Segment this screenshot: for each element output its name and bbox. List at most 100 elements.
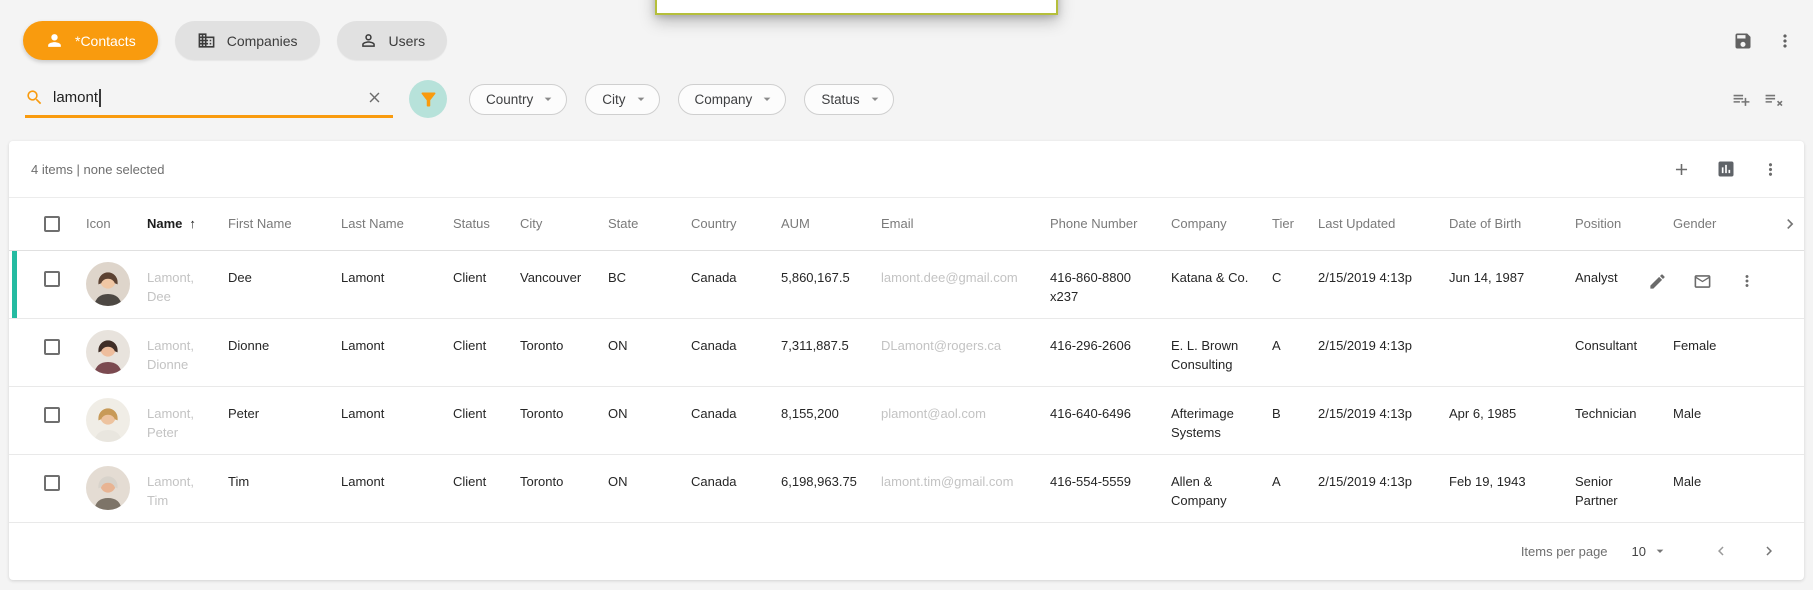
caret-down-icon (633, 91, 649, 107)
playlist-add-button[interactable] (1732, 90, 1751, 109)
truncated-popup-dialog[interactable] (655, 0, 1058, 15)
column-header-city[interactable]: City (520, 198, 608, 250)
column-header-last_updated[interactable]: Last Updated (1318, 198, 1449, 250)
cell-name: Lamont, Dionne (147, 318, 228, 386)
cell-country: Canada (691, 454, 781, 522)
cell-dob (1449, 318, 1575, 386)
save-button[interactable] (1733, 31, 1753, 51)
cell-aum: 5,860,167.5 (781, 250, 881, 318)
row-checkbox[interactable] (44, 475, 60, 491)
search-input[interactable]: lamont (25, 80, 393, 118)
cell-icon (86, 454, 147, 522)
row-end-cell (1780, 318, 1804, 386)
cell-phone: 416-554-5559 (1050, 454, 1171, 522)
cell-state: ON (608, 386, 691, 454)
column-header-position[interactable]: Position (1575, 198, 1673, 250)
row-select-cell (9, 250, 86, 318)
column-header-aum[interactable]: AUM (781, 198, 881, 250)
filter-status[interactable]: Status (804, 84, 893, 115)
filter-button[interactable] (409, 80, 447, 118)
column-label: Gender (1673, 216, 1716, 231)
column-header-state[interactable]: State (608, 198, 691, 250)
cell-city: Toronto (520, 318, 608, 386)
column-header-phone[interactable]: Phone Number (1050, 198, 1171, 250)
row-checkbox[interactable] (44, 339, 60, 355)
edit-row-button[interactable] (1648, 272, 1667, 291)
filter-label: City (602, 92, 625, 107)
sort-ascending-icon: ↑ (189, 216, 196, 231)
cell-city: Toronto (520, 454, 608, 522)
cell-gender: Male (1673, 454, 1780, 522)
column-header-status[interactable]: Status (453, 198, 520, 250)
cell-last_name: Lamont (341, 454, 453, 522)
column-label: City (520, 216, 542, 231)
cell-icon (86, 386, 147, 454)
column-label: Last Updated (1318, 216, 1395, 231)
row-checkbox[interactable] (44, 407, 60, 423)
caret-down-icon (540, 91, 556, 107)
row-menu-button[interactable] (1738, 272, 1756, 291)
column-header-name[interactable]: Name↑ (147, 198, 228, 250)
cell-dob: Jun 14, 1987 (1449, 250, 1575, 318)
cell-status: Client (453, 250, 520, 318)
cell-dob: Feb 19, 1943 (1449, 454, 1575, 522)
table-menu-button[interactable] (1761, 160, 1780, 179)
scroll-columns-right-button[interactable] (1780, 198, 1804, 250)
filter-label: Country (486, 92, 533, 107)
caret-down-icon (1652, 543, 1668, 559)
cell-tier: B (1272, 386, 1318, 454)
column-header-last_name[interactable]: Last Name (341, 198, 453, 250)
playlist-remove-button[interactable] (1764, 90, 1783, 109)
kebab-icon (1738, 272, 1756, 290)
funnel-icon (418, 89, 439, 110)
cell-last_name: Lamont (341, 250, 453, 318)
cell-company: Allen & Company (1171, 454, 1272, 522)
tab-contacts[interactable]: *Contacts (23, 21, 158, 60)
chart-view-button[interactable] (1716, 159, 1736, 179)
filter-city[interactable]: City (585, 84, 659, 115)
email-row-button[interactable] (1693, 272, 1712, 291)
filter-country[interactable]: Country (469, 84, 567, 115)
row-checkbox[interactable] (44, 271, 60, 287)
clear-search-button[interactable] (366, 89, 383, 106)
table-row[interactable]: Lamont, DeeDeeLamontClientVancouverBCCan… (9, 250, 1804, 318)
overflow-menu-button[interactable] (1775, 31, 1795, 51)
column-header-country[interactable]: Country (691, 198, 781, 250)
add-record-button[interactable] (1672, 160, 1691, 179)
column-header-first_name[interactable]: First Name (228, 198, 341, 250)
cell-email: DLamont@rogers.ca (881, 318, 1050, 386)
cell-tier: A (1272, 454, 1318, 522)
tab-label: Users (389, 33, 426, 49)
column-header-tier[interactable]: Tier (1272, 198, 1318, 250)
table-row[interactable]: Lamont, PeterPeterLamontClientTorontoONC… (9, 386, 1804, 454)
column-header-gender[interactable]: Gender (1673, 198, 1780, 250)
column-header-company[interactable]: Company (1171, 198, 1272, 250)
column-header-email[interactable]: Email (881, 198, 1050, 250)
cell-company: E. L. Brown Consulting (1171, 318, 1272, 386)
cell-name: Lamont, Dee (147, 250, 228, 318)
column-header-dob[interactable]: Date of Birth (1449, 198, 1575, 250)
column-label: Country (691, 216, 737, 231)
cell-aum: 8,155,200 (781, 386, 881, 454)
items-per-page-select[interactable]: 10 (1632, 543, 1668, 559)
search-value: lamont (53, 89, 98, 106)
cell-company: Afterimage Systems (1171, 386, 1272, 454)
next-page-button[interactable] (1760, 542, 1778, 560)
tab-users[interactable]: Users (337, 21, 448, 60)
table-row[interactable]: Lamont, DionneDionneLamontClientTorontoO… (9, 318, 1804, 386)
select-all-checkbox[interactable] (44, 216, 60, 232)
previous-page-button[interactable] (1712, 542, 1730, 560)
filter-company[interactable]: Company (678, 84, 787, 115)
caret-down-icon (867, 91, 883, 107)
search-filter-row: lamont Country City Company Status (25, 80, 1795, 118)
column-label: Date of Birth (1449, 216, 1521, 231)
cell-tier: A (1272, 318, 1318, 386)
table-row[interactable]: Lamont, TimTimLamontClientTorontoONCanad… (9, 454, 1804, 522)
tab-companies[interactable]: Companies (175, 21, 320, 60)
column-header-icon[interactable]: Icon (86, 198, 147, 250)
avatar (86, 262, 130, 306)
cell-name: Lamont, Tim (147, 454, 228, 522)
cell-status: Client (453, 386, 520, 454)
cell-position: Senior Partner (1575, 454, 1673, 522)
cell-status: Client (453, 454, 520, 522)
